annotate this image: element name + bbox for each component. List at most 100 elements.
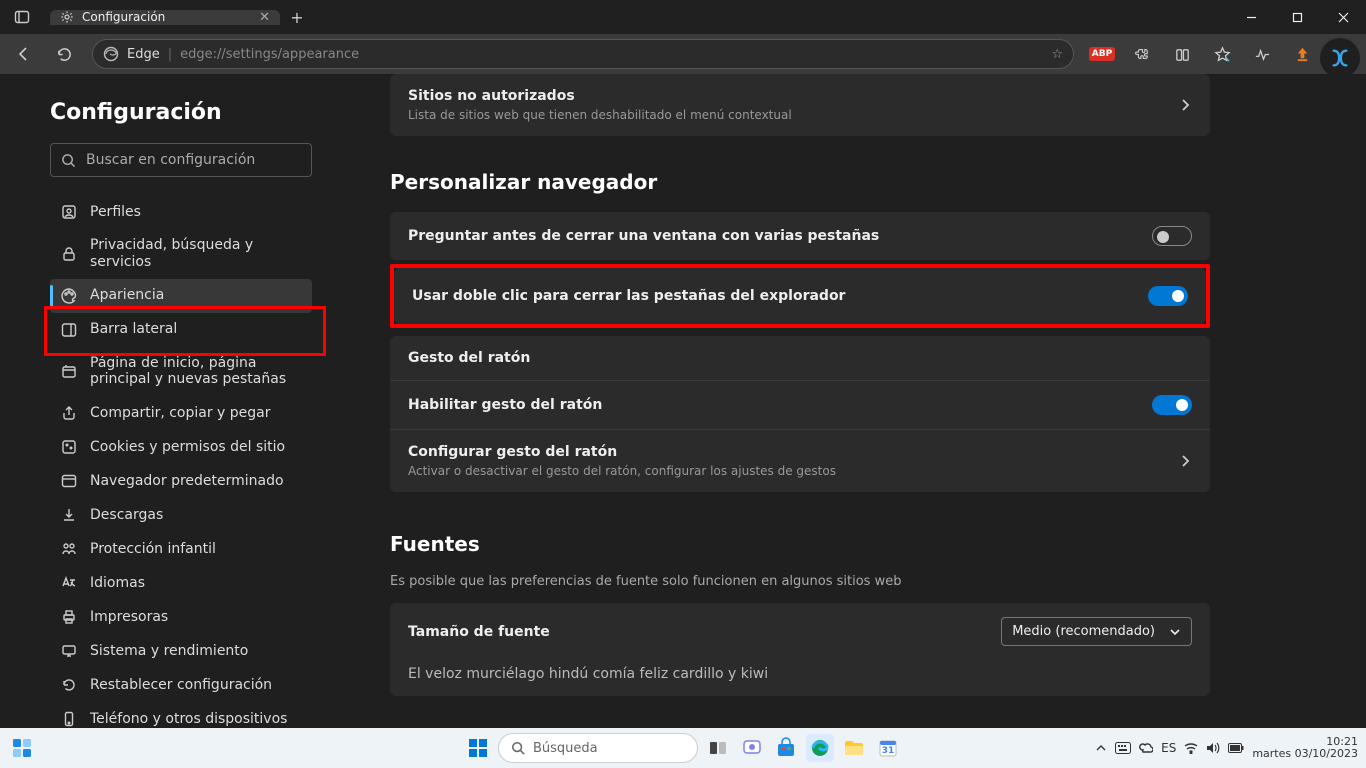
enable-gesture-row: Habilitar gesto del ratón xyxy=(390,380,1210,429)
new-tab-button[interactable]: + xyxy=(280,8,314,27)
reset-icon xyxy=(60,676,78,694)
ask-before-close-toggle[interactable] xyxy=(1152,226,1192,246)
search-icon xyxy=(511,741,525,755)
sidebar-icon xyxy=(60,321,78,339)
back-button[interactable] xyxy=(6,38,42,70)
sidebar-item-printers[interactable]: Impresoras xyxy=(50,600,312,634)
sidebar-item-devices[interactable]: Teléfono y otros dispositivos xyxy=(50,702,312,728)
address-app: Edge xyxy=(127,47,160,62)
font-size-select[interactable]: Medio (recomendado) xyxy=(1001,617,1192,646)
fonts-desc: Es posible que las preferencias de fuent… xyxy=(390,574,1210,589)
sidebar-item-downloads[interactable]: Descargas xyxy=(50,498,312,532)
appearance-icon xyxy=(60,287,78,305)
maximize-button[interactable] xyxy=(1274,0,1320,34)
clock[interactable]: 10:21 martes 03/10/2023 xyxy=(1252,736,1358,760)
close-window-button[interactable] xyxy=(1320,0,1366,34)
search-icon xyxy=(61,153,76,168)
address-bar[interactable]: Edge | edge://settings/appearance ☆ xyxy=(92,39,1074,69)
section-customize-heading: Personalizar navegador xyxy=(390,170,1210,194)
settings-content[interactable]: Sitios no autorizados Lista de sitios we… xyxy=(330,74,1366,728)
share-icon xyxy=(60,404,78,422)
lock-icon xyxy=(60,245,78,263)
chevron-down-icon xyxy=(1169,626,1181,638)
onedrive-icon[interactable] xyxy=(1139,741,1153,755)
sidebar-item-profiles[interactable]: Perfiles xyxy=(50,195,312,229)
minimize-button[interactable] xyxy=(1228,0,1274,34)
keyboard-icon[interactable] xyxy=(1115,742,1131,754)
downloads-indicator-button[interactable] xyxy=(1284,38,1320,70)
ask-before-close-row: Preguntar antes de cerrar una ventana co… xyxy=(390,212,1210,260)
wifi-icon[interactable] xyxy=(1184,742,1198,754)
home-icon xyxy=(60,362,78,380)
performance-button[interactable] xyxy=(1244,38,1280,70)
tray-expand-icon[interactable] xyxy=(1095,742,1107,754)
sidebar-title: Configuración xyxy=(50,100,312,125)
enable-gesture-toggle[interactable] xyxy=(1152,395,1192,415)
profile-icon xyxy=(60,203,78,221)
active-tab[interactable]: Configuración ✕ xyxy=(50,10,280,25)
volume-icon[interactable] xyxy=(1206,742,1220,754)
family-icon xyxy=(60,540,78,558)
window-controls xyxy=(1228,0,1366,34)
chevron-right-icon xyxy=(1178,98,1192,112)
row-subtitle: Lista de sitios web que tienen deshabili… xyxy=(408,108,1166,122)
sidebar-item-share[interactable]: Compartir, copiar y pegar xyxy=(50,396,312,430)
printer-icon xyxy=(60,608,78,626)
widgets-button[interactable] xyxy=(8,734,36,762)
collections-button[interactable] xyxy=(1164,38,1200,70)
tab-actions-button[interactable] xyxy=(0,9,44,25)
annotation-highlight-main: Usar doble clic para cerrar las pestañas… xyxy=(390,264,1210,328)
edge-button[interactable] xyxy=(806,734,834,762)
section-fonts-heading: Fuentes xyxy=(390,532,1210,556)
font-size-card: Tamaño de fuente Medio (recomendado) El … xyxy=(390,603,1210,696)
sidebar-item-startpage[interactable]: Página de inicio, página principal y nue… xyxy=(50,347,312,397)
chat-button[interactable] xyxy=(738,734,766,762)
start-button[interactable] xyxy=(464,734,492,762)
sidebar-item-sidebar[interactable]: Barra lateral xyxy=(50,313,312,347)
sidebar-item-cookies[interactable]: Cookies y permisos del sitio xyxy=(50,430,312,464)
settings-sidebar: Configuración Buscar en configuración Pe… xyxy=(0,74,330,728)
address-url: edge://settings/appearance xyxy=(180,47,1043,62)
lang-indicator[interactable]: ES xyxy=(1161,741,1176,755)
taskbar: Búsqueda 31 ES 10:21 martes 03/10/2023 xyxy=(0,728,1366,768)
cookie-icon xyxy=(60,438,78,456)
refresh-button[interactable] xyxy=(46,38,82,70)
svg-text:31: 31 xyxy=(882,746,895,756)
task-view-button[interactable] xyxy=(704,734,732,762)
mouse-gesture-card: Gesto del ratón Habilitar gesto del rató… xyxy=(390,336,1210,492)
double-click-close-row: Usar doble clic para cerrar las pestañas… xyxy=(394,268,1206,324)
sidebar-item-reset[interactable]: Restablecer configuración xyxy=(50,668,312,702)
explorer-button[interactable] xyxy=(840,734,868,762)
toolbar: Edge | edge://settings/appearance ☆ ABP xyxy=(0,34,1366,74)
titlebar: Configuración ✕ + xyxy=(0,0,1366,34)
sidebar-item-languages[interactable]: Idiomas xyxy=(50,566,312,600)
copilot-button[interactable] xyxy=(1320,38,1360,78)
gear-icon xyxy=(60,10,74,24)
configure-gesture-row[interactable]: Configurar gesto del ratón Activar o des… xyxy=(390,429,1210,492)
double-click-close-toggle[interactable] xyxy=(1148,286,1188,306)
taskbar-search[interactable]: Búsqueda xyxy=(498,733,698,763)
sidebar-item-default[interactable]: Navegador predeterminado xyxy=(50,464,312,498)
system-icon xyxy=(60,642,78,660)
phone-icon xyxy=(60,710,78,728)
battery-icon[interactable] xyxy=(1228,743,1244,753)
edge-icon xyxy=(103,46,119,62)
ext-abp-button[interactable]: ABP xyxy=(1084,38,1120,70)
favorites-button[interactable] xyxy=(1204,38,1240,70)
sidebar-item-privacy[interactable]: Privacidad, búsqueda y servicios xyxy=(50,229,312,279)
chevron-right-icon xyxy=(1178,454,1192,468)
favorite-icon[interactable]: ☆ xyxy=(1051,47,1063,62)
download-icon xyxy=(60,506,78,524)
search-placeholder: Buscar en configuración xyxy=(86,152,255,168)
sidebar-item-appearance[interactable]: Apariencia xyxy=(50,279,312,313)
close-tab-icon[interactable]: ✕ xyxy=(259,10,270,25)
sidebar-item-family[interactable]: Protección infantil xyxy=(50,532,312,566)
store-button[interactable] xyxy=(772,734,800,762)
calendar-button[interactable]: 31 xyxy=(874,734,902,762)
search-input[interactable]: Buscar en configuración xyxy=(50,143,312,177)
sidebar-item-system[interactable]: Sistema y rendimiento xyxy=(50,634,312,668)
language-icon xyxy=(60,574,78,592)
extensions-button[interactable] xyxy=(1124,38,1160,70)
unauthorized-sites-card[interactable]: Sitios no autorizados Lista de sitios we… xyxy=(390,74,1210,136)
tab-title: Configuración xyxy=(82,10,251,24)
